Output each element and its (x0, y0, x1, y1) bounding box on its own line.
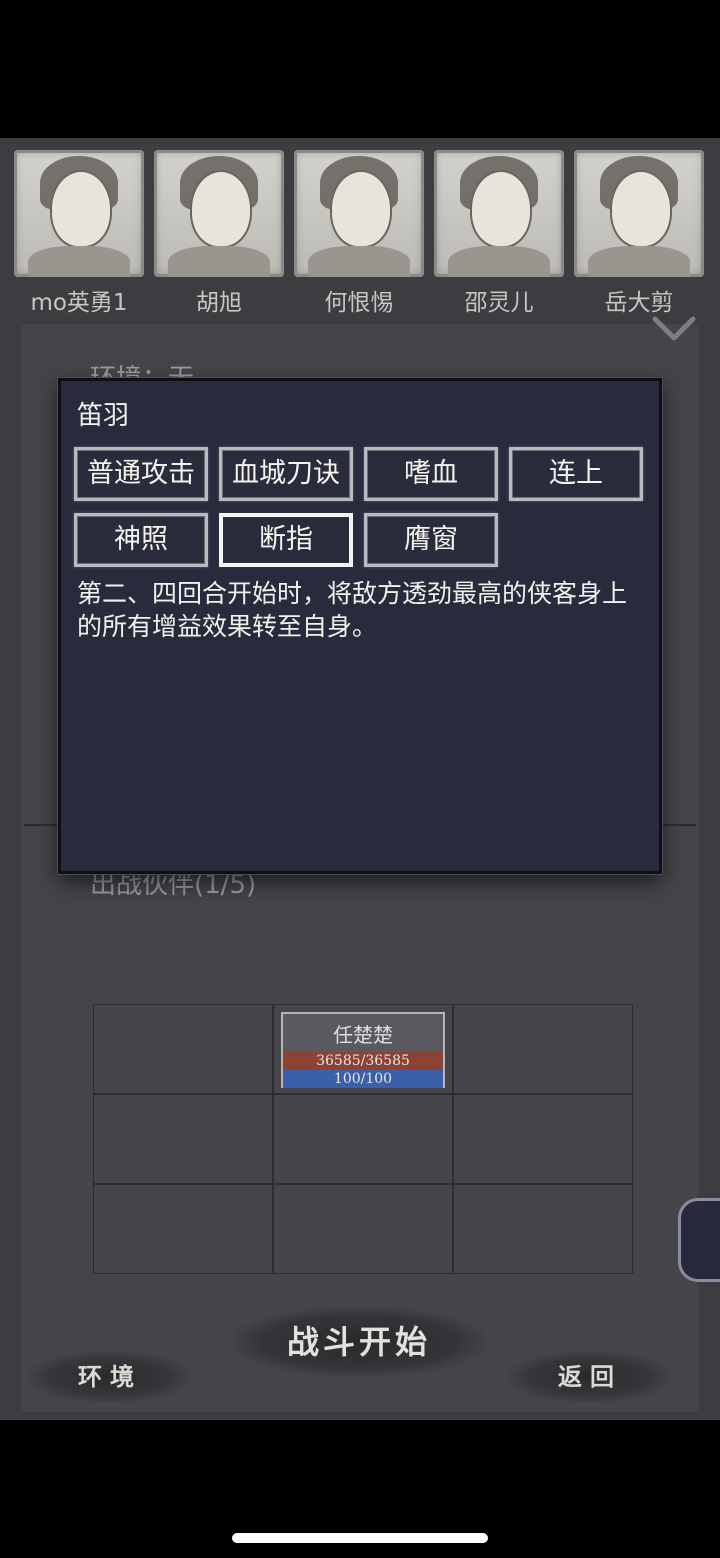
portrait-face (50, 170, 112, 248)
back-button[interactable]: 返回 (510, 1352, 670, 1402)
portrait-name-3: 何恨惕 (324, 290, 394, 316)
unit-name: 任楚楚 (333, 1023, 393, 1047)
skill-button-divine-light[interactable]: 神照 (74, 513, 208, 567)
skill-button-normal-attack[interactable]: 普通攻击 (74, 447, 208, 501)
portrait-name-5: 岳大剪 (604, 290, 674, 316)
formation-slot[interactable] (273, 1184, 453, 1274)
skill-button-hawk-window[interactable]: 膺窗 (364, 513, 498, 567)
portrait-body (588, 246, 690, 277)
portrait-1[interactable] (14, 150, 144, 277)
skill-button-combo[interactable]: 连上 (509, 447, 643, 501)
portrait-name-2: 胡旭 (196, 290, 242, 316)
portrait-body (28, 246, 130, 277)
hp-bar: 36585/36585 (283, 1052, 443, 1070)
formation-slot[interactable] (453, 1184, 633, 1274)
portrait-face (330, 170, 392, 248)
formation-slot[interactable] (453, 1094, 633, 1184)
formation-slot[interactable] (453, 1004, 633, 1094)
environment-button[interactable]: 环境 (30, 1352, 190, 1402)
unit-card[interactable]: 任楚楚 36585/36585 100/100 (281, 1012, 445, 1088)
start-battle-button[interactable]: 战斗开始 (234, 1308, 484, 1376)
portrait-body (308, 246, 410, 277)
skill-button-finger-break[interactable]: 断指 (219, 513, 353, 567)
skill-button-bloodlust[interactable]: 嗜血 (364, 447, 498, 501)
portrait-face (470, 170, 532, 248)
skill-book-tab[interactable] (678, 1198, 720, 1282)
skill-dialog: 笛羽 普通攻击 血城刀诀 嗜血 连上 神照 断指 膺窗 第二、四回合开始时，将敌… (58, 378, 662, 874)
formation-slot[interactable] (93, 1004, 273, 1094)
portrait-4[interactable] (434, 150, 564, 277)
formation-slot[interactable] (273, 1094, 453, 1184)
formation-slot[interactable]: 任楚楚 36585/36585 100/100 (273, 1004, 453, 1094)
chevron-down-icon[interactable] (652, 316, 696, 342)
portrait-face (610, 170, 672, 248)
character-portrait-row: mo英勇1 胡旭 何恨惕 邵灵儿 岳大剪 (0, 138, 720, 328)
formation-slot[interactable] (93, 1094, 273, 1184)
formation-slot[interactable] (93, 1184, 273, 1274)
skill-description: 第二、四回合开始时，将敌方透劲最高的侠客身上的所有增益效果转至自身。 (77, 579, 628, 641)
home-indicator[interactable] (232, 1533, 488, 1543)
skill-button-blood-blade[interactable]: 血城刀诀 (219, 447, 353, 501)
dialog-title: 笛羽 (77, 401, 130, 431)
portrait-5[interactable] (574, 150, 704, 277)
portrait-name-4: 邵灵儿 (464, 290, 534, 316)
portrait-2[interactable] (154, 150, 284, 277)
portrait-body (168, 246, 270, 277)
portrait-face (190, 170, 252, 248)
portrait-body (448, 246, 550, 277)
formation-grid: 任楚楚 36585/36585 100/100 (93, 1004, 633, 1274)
portrait-name-1: mo英勇1 (30, 290, 128, 316)
portrait-3[interactable] (294, 150, 424, 277)
mp-bar: 100/100 (283, 1070, 443, 1088)
